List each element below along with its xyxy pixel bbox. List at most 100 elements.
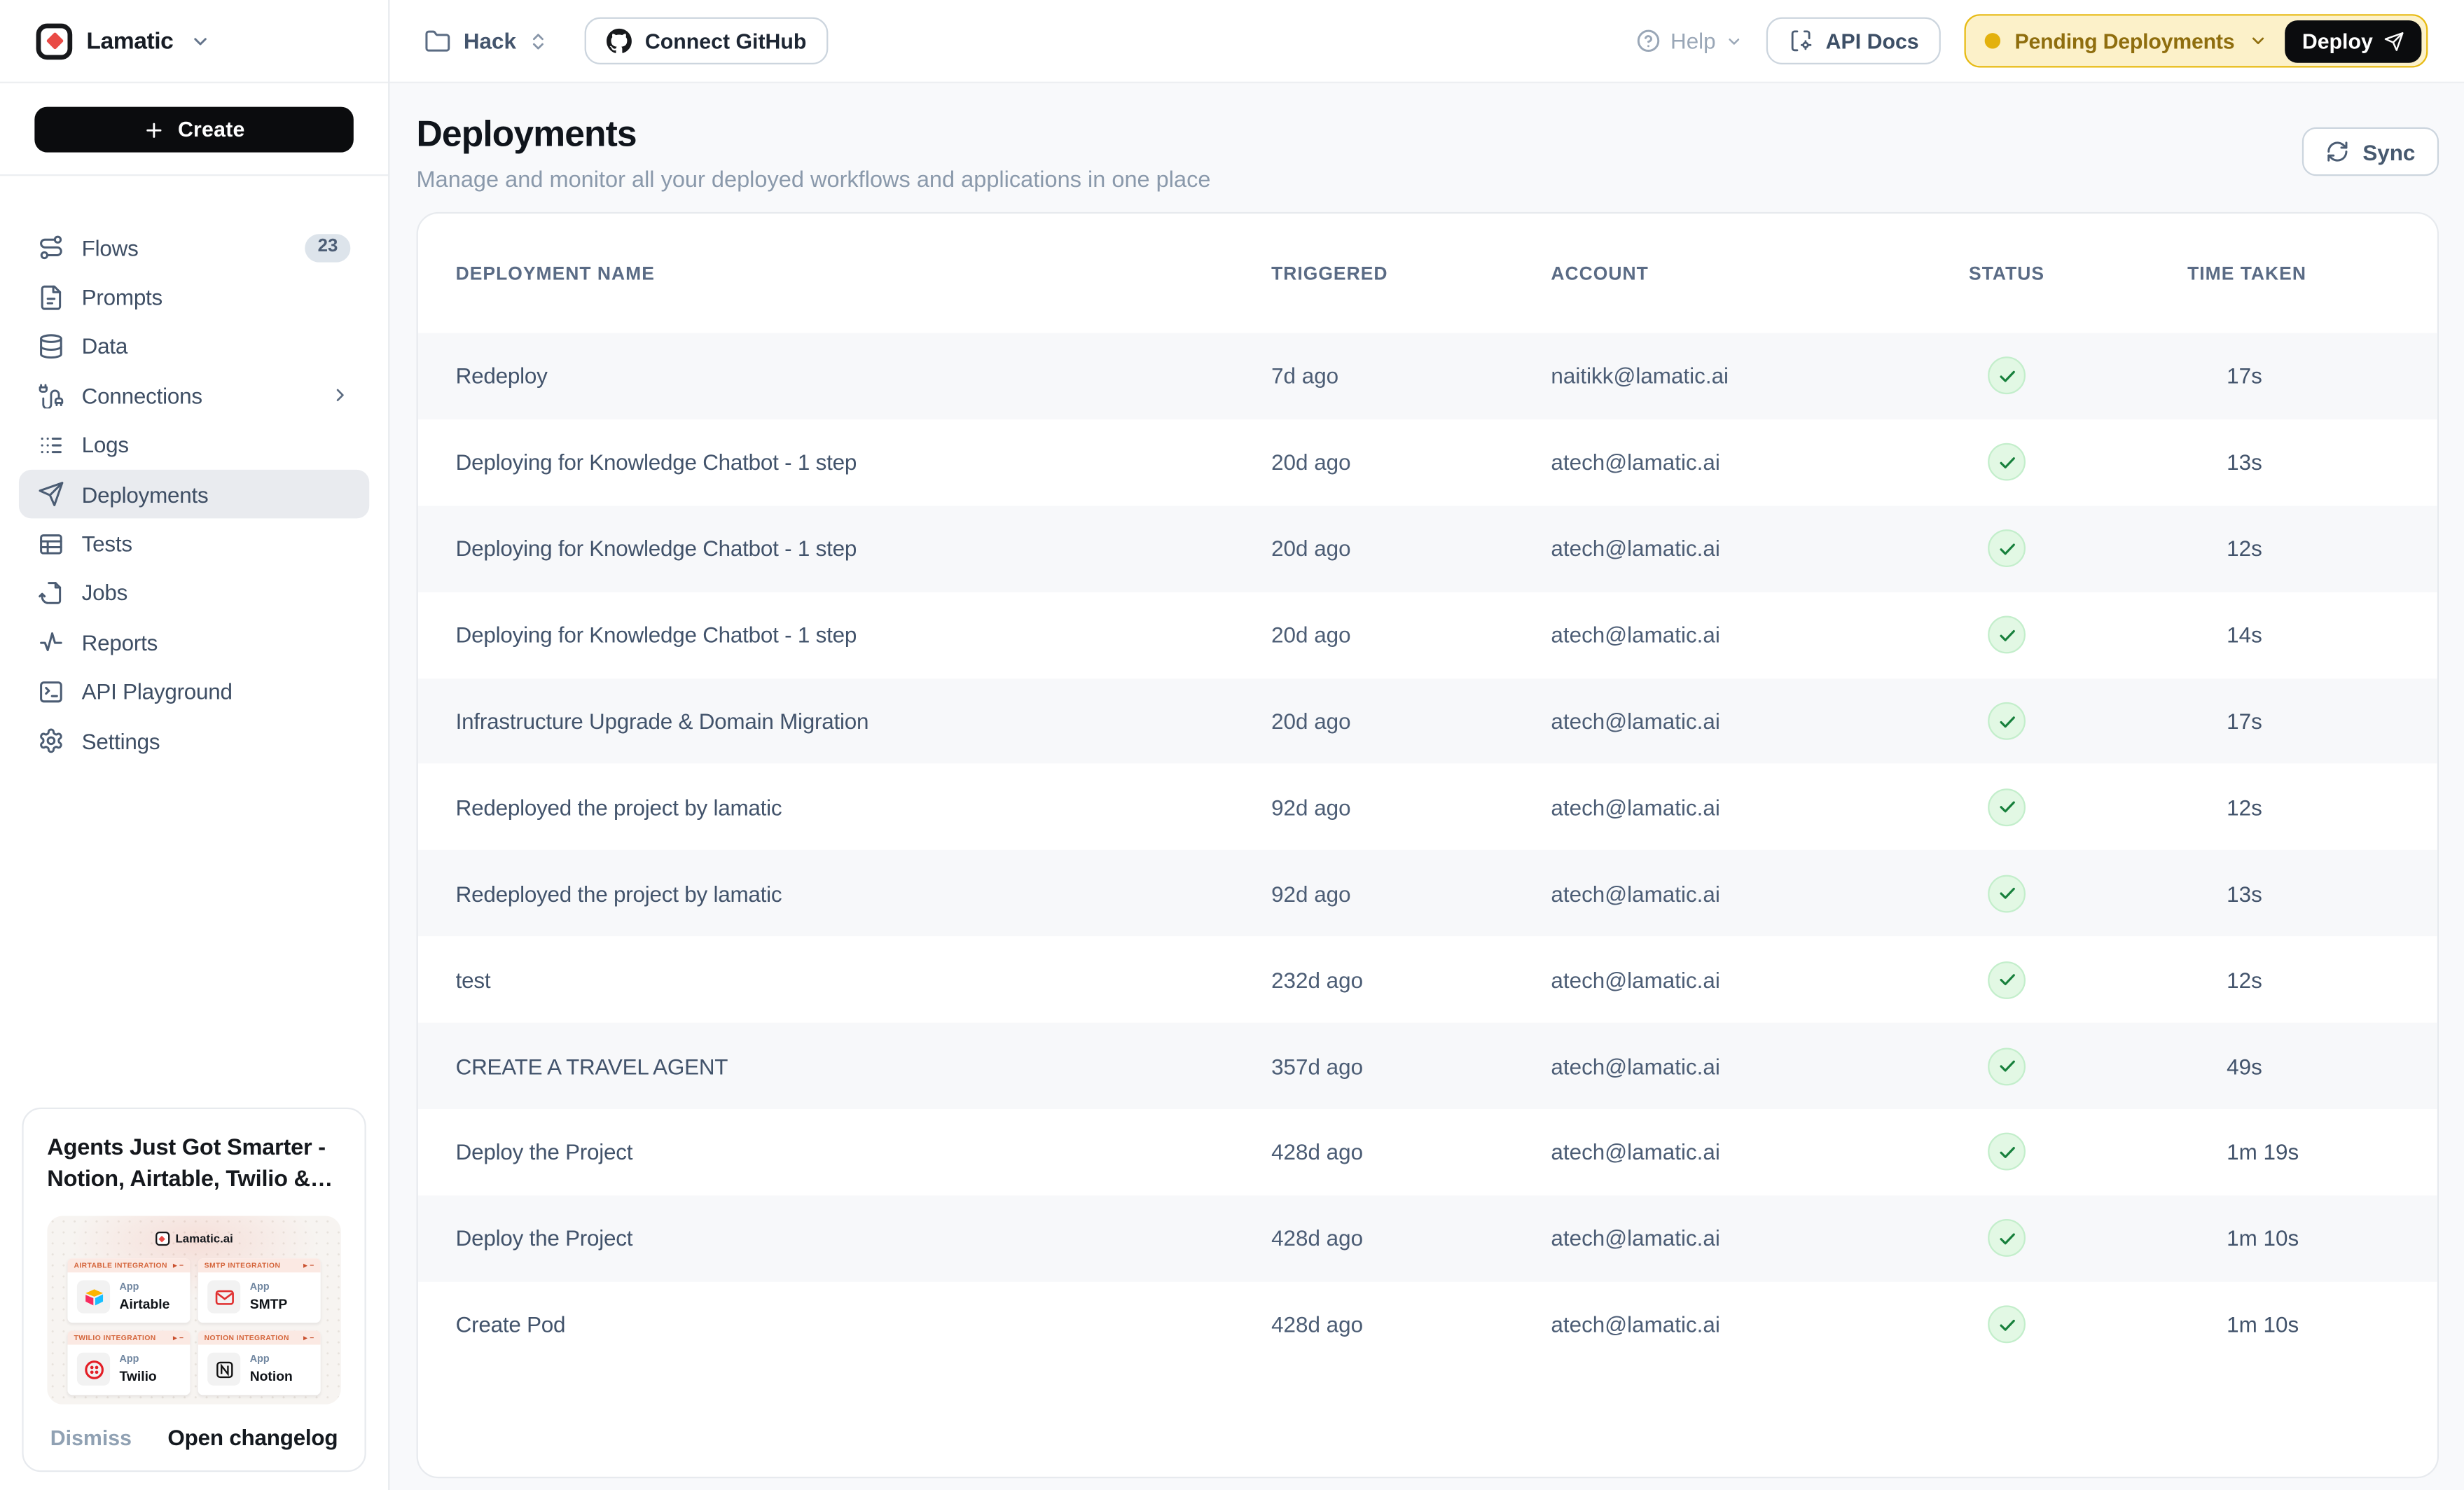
triggered-cell: 7d ago xyxy=(1271,363,1551,389)
status-cell xyxy=(1912,702,2100,740)
deployment-name-cell: Deploy the Project xyxy=(456,1140,1271,1165)
status-cell xyxy=(1912,357,2100,395)
dismiss-button[interactable]: Dismiss xyxy=(50,1426,132,1449)
lamatic-logo-icon xyxy=(36,23,73,60)
time-taken-cell: 1m 10s xyxy=(2101,1312,2400,1337)
time-taken-cell: 12s xyxy=(2101,536,2400,562)
folder-icon xyxy=(424,27,451,54)
database-icon xyxy=(38,333,64,360)
api-docs-button[interactable]: API Docs xyxy=(1766,18,1941,64)
topbar: Hack Connect GitHub Help xyxy=(389,0,2464,83)
time-taken-cell: 13s xyxy=(2101,881,2400,906)
time-taken-cell: 17s xyxy=(2101,363,2400,389)
cable-icon xyxy=(38,382,64,409)
triggered-cell: 20d ago xyxy=(1271,450,1551,475)
logs-icon xyxy=(38,431,64,458)
project-selector[interactable]: Hack xyxy=(424,27,549,54)
deploy-button[interactable]: Deploy xyxy=(2285,20,2421,62)
success-check-icon xyxy=(1988,616,2026,654)
column-account: ACCOUNT xyxy=(1551,263,1912,284)
triggered-cell: 428d ago xyxy=(1271,1312,1551,1337)
help-circle-icon xyxy=(1636,28,1661,53)
gear-icon xyxy=(38,727,64,754)
table-row[interactable]: Deploying for Knowledge Chatbot - 1 step… xyxy=(418,419,2437,506)
workspace-switcher[interactable]: Lamatic xyxy=(0,0,388,83)
sidebar-item-deployments[interactable]: Deployments xyxy=(19,470,369,519)
sidebar-item-tests[interactable]: Tests xyxy=(19,519,369,568)
deployment-name-cell: Deploy the Project xyxy=(456,1226,1271,1251)
sidebar-item-label: Logs xyxy=(82,433,351,458)
deployments-page: Deployments Manage and monitor all your … xyxy=(389,83,2464,1490)
table-row[interactable]: Redeployed the project by lamatic 92d ag… xyxy=(418,851,2437,937)
sidebar-item-label: Tests xyxy=(82,531,351,556)
file-refresh-icon xyxy=(38,580,64,606)
deployment-name-cell: Deploying for Knowledge Chatbot - 1 step xyxy=(456,536,1271,562)
sidebar-item-settings[interactable]: Settings xyxy=(19,716,369,765)
brand-name: Lamatic xyxy=(86,27,173,54)
deployment-name-cell: test xyxy=(456,967,1271,992)
status-cell xyxy=(1912,788,2100,826)
create-button[interactable]: Create xyxy=(34,107,353,153)
table-row[interactable]: Deploying for Knowledge Chatbot - 1 step… xyxy=(418,506,2437,592)
deployment-name-cell: Deploying for Knowledge Chatbot - 1 step xyxy=(456,622,1271,648)
status-cell xyxy=(1912,616,2100,654)
sidebar-item-reports[interactable]: Reports xyxy=(19,618,369,667)
sidebar-item-flows[interactable]: Flows 23 xyxy=(19,223,369,272)
status-cell xyxy=(1912,875,2100,912)
sidebar-item-label: Settings xyxy=(82,728,351,753)
plus-icon xyxy=(144,118,165,140)
table-row[interactable]: Deploy the Project 428d ago atech@lamati… xyxy=(418,1195,2437,1281)
sidebar-item-label: API Playground xyxy=(82,679,351,704)
success-check-icon xyxy=(1988,1220,2026,1258)
sidebar-item-label: Jobs xyxy=(82,580,351,606)
table-row[interactable]: Infrastructure Upgrade & Domain Migratio… xyxy=(418,678,2437,764)
sidebar-item-logs[interactable]: Logs xyxy=(19,420,369,469)
deployment-name-cell: CREATE A TRAVEL AGENT xyxy=(456,1053,1271,1078)
connect-github-button[interactable]: Connect GitHub xyxy=(586,18,829,64)
github-icon xyxy=(607,28,632,53)
time-taken-cell: 12s xyxy=(2101,795,2400,820)
account-cell: atech@lamatic.ai xyxy=(1551,881,1912,906)
send-icon xyxy=(38,481,64,508)
table-row[interactable]: CREATE A TRAVEL AGENT 357d ago atech@lam… xyxy=(418,1023,2437,1109)
table-icon xyxy=(38,530,64,557)
time-taken-cell: 13s xyxy=(2101,450,2400,475)
table-row[interactable]: Create Pod 428d ago atech@lamatic.ai 1m … xyxy=(418,1281,2437,1367)
success-check-icon xyxy=(1988,443,2026,481)
sidebar-item-data[interactable]: Data xyxy=(19,321,369,370)
project-name: Hack xyxy=(464,28,516,53)
triggered-cell: 20d ago xyxy=(1271,536,1551,562)
open-changelog-button[interactable]: Open changelog xyxy=(167,1425,338,1450)
terminal-icon xyxy=(38,678,64,705)
table-row[interactable]: test 232d ago atech@lamatic.ai 12s xyxy=(418,937,2437,1023)
create-section: Create xyxy=(0,83,388,176)
table-row[interactable]: Redeployed the project by lamatic 92d ag… xyxy=(418,764,2437,850)
sidebar-item-connections[interactable]: Connections xyxy=(19,371,369,420)
chevron-down-icon xyxy=(191,31,211,51)
help-menu[interactable]: Help xyxy=(1636,28,1743,53)
table-header: DEPLOYMENT NAME TRIGGERED ACCOUNT STATUS… xyxy=(418,214,2437,333)
account-cell: atech@lamatic.ai xyxy=(1551,1053,1912,1078)
deployment-name-cell: Deploying for Knowledge Chatbot - 1 step xyxy=(456,450,1271,475)
flows-count-badge: 23 xyxy=(305,234,351,262)
pending-deployments-dropdown[interactable]: Pending Deployments Deploy xyxy=(1965,14,2428,67)
table-row[interactable]: Deploy the Project 428d ago atech@lamati… xyxy=(418,1109,2437,1195)
chevron-down-icon xyxy=(1725,32,1743,50)
changelog-title: Agents Just Got Smarter - Notion, Airtab… xyxy=(47,1132,341,1197)
deployment-name-cell: Redeploy xyxy=(456,363,1271,389)
triggered-cell: 357d ago xyxy=(1271,1053,1551,1078)
lamatic-mini-logo-icon xyxy=(155,1232,169,1246)
sidebar-item-prompts[interactable]: Prompts xyxy=(19,272,369,321)
account-cell: atech@lamatic.ai xyxy=(1551,1226,1912,1251)
pending-status-dot xyxy=(1985,33,2000,48)
success-check-icon xyxy=(1988,357,2026,395)
sidebar-item-api-playground[interactable]: API Playground xyxy=(19,667,369,716)
table-row[interactable]: Redeploy 7d ago naitikk@lamatic.ai 17s xyxy=(418,333,2437,419)
sidebar-item-label: Data xyxy=(82,334,351,359)
table-row[interactable]: Deploying for Knowledge Chatbot - 1 step… xyxy=(418,592,2437,678)
airtable-icon xyxy=(77,1281,110,1314)
sidebar-item-jobs[interactable]: Jobs xyxy=(19,569,369,618)
promo-app-airtable: AIRTABLE INTEGRATION▸ − AppAirtable xyxy=(67,1258,190,1323)
sync-button[interactable]: Sync xyxy=(2302,127,2439,176)
success-check-icon xyxy=(1988,702,2026,740)
